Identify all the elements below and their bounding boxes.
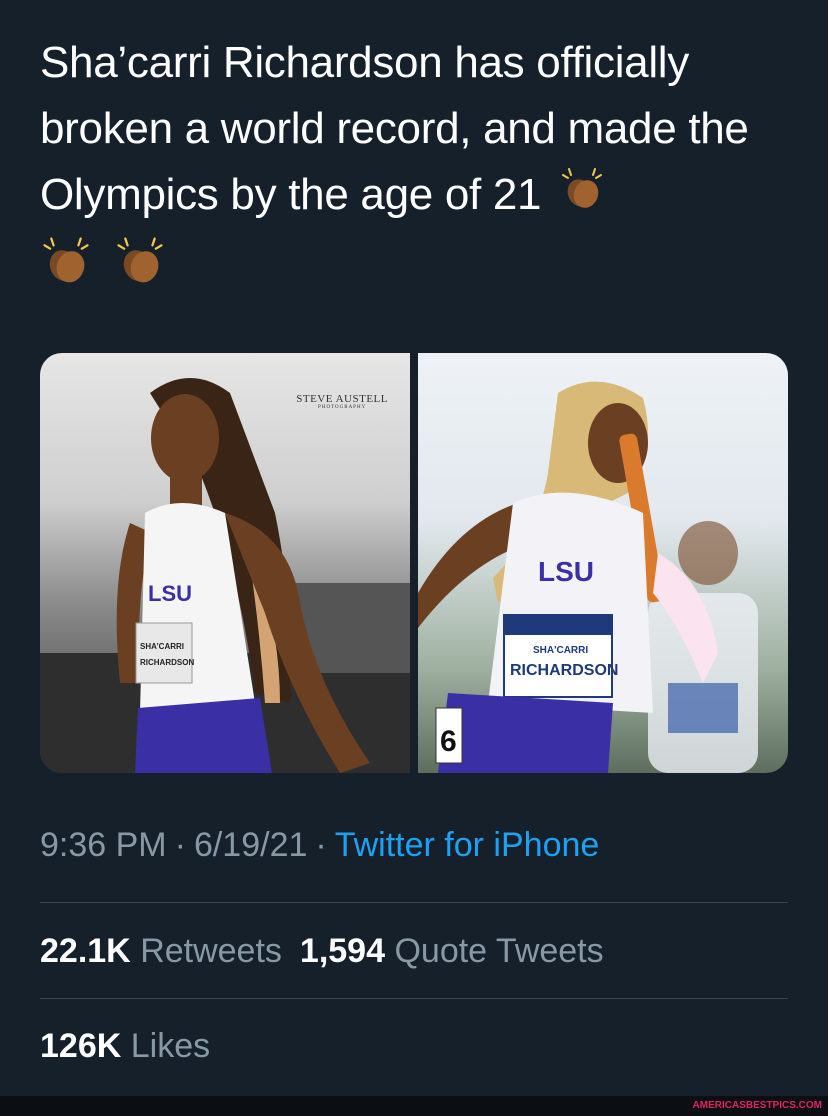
likes-stats-row: 126K Likes (40, 1027, 210, 1066)
likes-stat[interactable]: 126K Likes (40, 1027, 210, 1065)
bib-line2-right: RICHARDSON (510, 662, 618, 679)
tweet-text: Sha’carri Richardson has officially brok… (40, 30, 800, 290)
divider (40, 902, 788, 903)
meta-separator: · (315, 826, 327, 864)
athlete-photo-right-illustration: LSU SHA'CARRI RICHARDSON 6 (418, 381, 758, 773)
quotes-count: 1,594 (299, 932, 386, 970)
tweet-meta: 9:36 PM · 6/19/21 · Twitter for iPhone (40, 826, 599, 865)
quotes-label: Quote Tweets (394, 932, 604, 970)
watermark-name: STEVE AUSTELL (296, 393, 388, 405)
tweet-body: Sha’carri Richardson has officially brok… (40, 38, 749, 219)
tweet-media-grid[interactable]: LSU SHA’CARRI RICHARDSON STEVE AUSTELL P… (40, 353, 788, 773)
photographer-watermark: STEVE AUSTELL PHOTOGRAPHY (296, 393, 388, 410)
retweets-stat[interactable]: 22.1K Retweets (40, 932, 282, 970)
athlete-photo-left-illustration: LSU SHA’CARRI RICHARDSON (40, 378, 410, 773)
media-photo-right[interactable]: LSU SHA'CARRI RICHARDSON 6 (418, 353, 788, 773)
retweets-count: 22.1K (40, 932, 131, 970)
tweet-source-link[interactable]: Twitter for iPhone (335, 826, 600, 864)
bib-line2-left: RICHARDSON (140, 658, 194, 667)
clapping-hands-icon (559, 164, 605, 230)
media-photo-left[interactable]: LSU SHA’CARRI RICHARDSON STEVE AUSTELL P… (40, 353, 410, 773)
clapping-hands-icon (114, 234, 166, 305)
engagement-stats-row: 22.1K Retweets 1,594 Quote Tweets (40, 932, 604, 971)
tweet-date[interactable]: 6/19/21 (194, 826, 307, 864)
site-watermark: AMERICASBESTPICS.COM (692, 1100, 822, 1111)
jersey-text-right: LSU (538, 556, 594, 587)
retweets-label: Retweets (140, 932, 282, 970)
bib-line1-right: SHA'CARRI (533, 645, 588, 656)
meta-separator: · (174, 826, 186, 864)
clapping-hands-icon (40, 234, 92, 305)
lane-number: 6 (440, 725, 457, 758)
jersey-text-left: LSU (148, 581, 192, 606)
tweet-time[interactable]: 9:36 PM (40, 826, 167, 864)
watermark-sub: PHOTOGRAPHY (318, 405, 367, 410)
likes-count: 126K (40, 1027, 122, 1065)
divider (40, 998, 788, 999)
footer-watermark-bar: AMERICASBESTPICS.COM (0, 1096, 828, 1116)
likes-label: Likes (130, 1027, 211, 1065)
quote-tweets-stat[interactable]: 1,594 Quote Tweets (300, 932, 604, 970)
bib-line1-left: SHA’CARRI (140, 642, 184, 651)
